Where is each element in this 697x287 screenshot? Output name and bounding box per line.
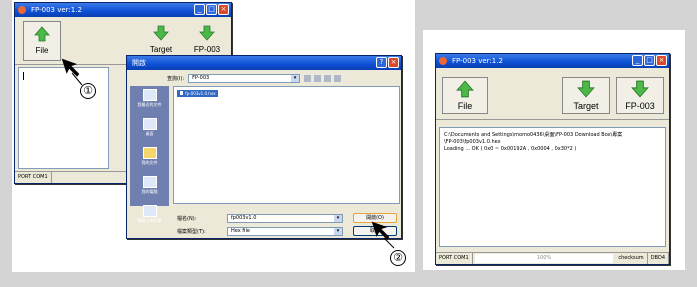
minimize-button[interactable]: _ [194, 4, 205, 15]
view-menu-icon[interactable] [334, 75, 342, 82]
network-icon [142, 205, 157, 217]
open-file-dialog: 開啟 ? × 查詢(I): FP-003 ▾ 我最近的文件 桌面 我的文件 我的… [126, 55, 402, 239]
titlebar: FP-003 ver:1.2 _ □ × [15, 3, 231, 17]
window-title: FP-003 ver:1.2 [31, 6, 82, 14]
target-button-label: Target [573, 101, 599, 111]
log-area[interactable]: C:\Documents and Settings\momo0436\桌面\FP… [439, 127, 666, 247]
checksum-label: checksum [615, 253, 648, 264]
pointer-arrow-icon [371, 221, 395, 249]
place-recent[interactable]: 我最近的文件 [130, 86, 169, 108]
dialog-titlebar: 開啟 ? × [127, 56, 401, 70]
filetype-label: 檔案類型(T): [177, 229, 206, 235]
callout-1: ① [80, 83, 96, 99]
chevron-down-icon: ▾ [334, 228, 342, 235]
file-button[interactable]: File [23, 21, 61, 61]
computer-icon [142, 176, 157, 188]
folder-icon [142, 147, 157, 159]
target-button-label: Target [149, 45, 173, 54]
hex-file-icon [179, 90, 184, 96]
desktop-icon [142, 118, 157, 130]
filename-input[interactable]: fp003v1.0 ▾ [227, 214, 343, 223]
programmer-window-loaded: FP-003 ver:1.2 _ □ × File Target FP-003 … [435, 53, 670, 265]
window-title: FP-003 ver:1.2 [452, 57, 503, 65]
filename-row: 檔名(N): fp003v1.0 ▾ [177, 214, 343, 223]
log-line: C:\Documents and Settings\momo0436\桌面\FP… [444, 132, 623, 138]
up-arrow-icon [456, 80, 474, 98]
progress-bar: 100% [474, 254, 614, 263]
status-port: PORT COM1 [436, 253, 473, 264]
file-button[interactable]: File [442, 77, 488, 114]
titlebar: FP-003 ver:1.2 _ □ × [436, 54, 669, 68]
back-icon[interactable] [304, 75, 312, 82]
file-item[interactable]: fp-003v1.0.hex [177, 90, 218, 97]
app-icon [439, 57, 447, 65]
dialog-close-button[interactable]: × [388, 57, 399, 68]
place-my-documents[interactable]: 我的文件 [130, 144, 169, 166]
file-list[interactable]: fp-003v1.0.hex [173, 86, 400, 204]
new-folder-icon[interactable] [324, 75, 332, 82]
look-in-row: 查詢(I): FP-003 ▾ [167, 74, 342, 83]
close-button[interactable]: × [656, 55, 667, 66]
status-bar: PORT COM1 100% checksum DBD4 [436, 252, 669, 264]
dialog-title: 開啟 [132, 59, 146, 67]
place-desktop[interactable]: 桌面 [130, 115, 169, 137]
fp003-button[interactable]: FP-003 [616, 77, 664, 114]
callout-2: ② [390, 250, 406, 266]
place-my-computer[interactable]: 我的電腦 [130, 173, 169, 195]
checksum-value: DBD4 [648, 253, 669, 264]
file-button-label: File [35, 46, 49, 55]
log-line: \FP-003\fp003v1.0.hex [444, 139, 501, 145]
app-icon [18, 6, 26, 14]
close-button[interactable]: × [218, 4, 229, 15]
up-folder-icon[interactable] [314, 75, 322, 82]
nav-icons [304, 75, 342, 82]
status-port: PORT COM1 [15, 172, 52, 183]
filetype-select[interactable]: Hex file ▾ [227, 227, 343, 236]
place-network[interactable]: 網路上的芳鄰 [130, 202, 169, 224]
filetype-row: 檔案類型(T): Hex file ▾ [177, 227, 343, 236]
text-cursor [23, 72, 24, 80]
down-arrow-icon [199, 25, 215, 41]
log-line: Loading ... OK ( 0x0 ~ 0x00192A , 0x0004… [444, 146, 577, 152]
places-bar: 我最近的文件 桌面 我的文件 我的電腦 網路上的芳鄰 [130, 86, 169, 223]
toolbar: File Target FP-003 [436, 68, 669, 120]
minimize-button[interactable]: _ [632, 55, 643, 66]
fp003-button-label: FP-003 [625, 101, 655, 111]
target-button[interactable]: Target [562, 77, 610, 114]
up-arrow-icon [34, 26, 50, 42]
look-in-label: 查詢(I): [167, 76, 185, 82]
chevron-down-icon: ▾ [334, 215, 342, 222]
chevron-down-icon: ▾ [291, 75, 300, 82]
fp003-button-label: FP-003 [193, 45, 221, 54]
filename-label: 檔名(N): [177, 216, 197, 222]
maximize-button[interactable]: □ [644, 55, 655, 66]
recent-docs-icon [142, 89, 157, 101]
maximize-button[interactable]: □ [206, 4, 217, 15]
look-in-combo[interactable]: FP-003 ▾ [188, 74, 301, 83]
down-arrow-icon [631, 80, 649, 98]
help-button[interactable]: ? [376, 57, 387, 68]
file-button-label: File [457, 101, 473, 111]
down-arrow-icon [577, 80, 595, 98]
down-arrow-icon [153, 25, 169, 41]
